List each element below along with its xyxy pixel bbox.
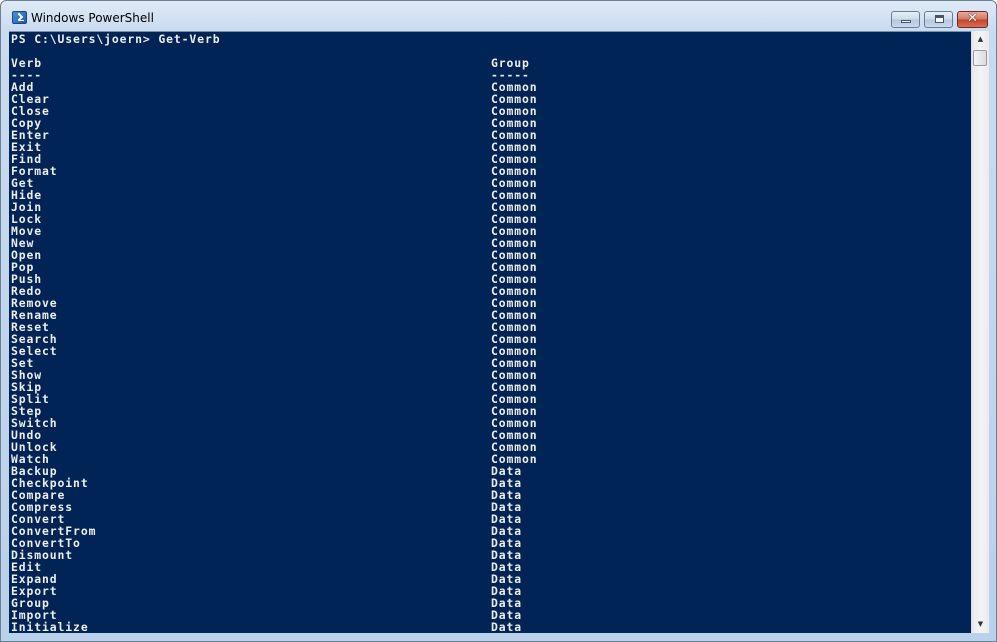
powershell-icon[interactable] [12,11,27,24]
maximize-button[interactable] [924,11,953,28]
console-output[interactable]: PS C:\Users\joern> Get-Verb Verb Group ---… [9,31,971,633]
verb-cell: Dismount [11,548,74,562]
scroll-up-button[interactable]: ▲ [972,31,989,48]
scroll-thumb[interactable] [973,50,987,66]
verb-cell: Undo [11,428,43,442]
header-verb: Verb [11,56,43,70]
verb-cell: Rename [11,308,58,322]
verb-rows: Add Common Clear Common Close Common Copy Commo… [11,81,971,633]
verb-cell: Switch [11,416,58,430]
verb-cell: Watch [11,452,50,466]
verb-cell: Lock [11,212,43,226]
verb-cell: Pop [11,260,35,274]
verb-cell: Remove [11,296,58,310]
verb-cell: Copy [11,116,43,130]
verb-cell: Split [11,392,50,406]
command: Get-Verb [158,32,221,46]
verb-cell: Select [11,344,58,358]
verb-cell: Join [11,200,43,214]
verb-cell: Group [11,596,50,610]
verb-cell: Unlock [11,440,58,454]
verb-cell: ConvertFrom [11,524,97,538]
verb-cell: Exit [11,140,43,154]
close-icon: ✕ [967,11,978,26]
verb-cell: Compare [11,488,66,502]
verb-cell: Push [11,272,43,286]
prompt: PS C:\Users\joern> [11,32,159,46]
verb-cell: Search [11,332,58,346]
verb-cell: Step [11,404,43,418]
verb-cell: Skip [11,380,43,394]
scroll-down-button[interactable]: ▼ [972,616,989,633]
verb-cell: Find [11,152,43,166]
verb-cell: Move [11,224,43,238]
vertical-scrollbar[interactable]: ▲ ▼ [971,31,989,633]
close-button[interactable]: ✕ [957,11,988,28]
arrow-down-icon: ▼ [977,620,984,628]
group-cell: Data [491,620,523,633]
console-text: PS C:\Users\joern> Get-Verb Verb Group ---… [9,33,971,633]
verb-cell: Edit [11,560,43,574]
verb-cell: Open [11,248,43,262]
maximize-icon [935,15,944,23]
table-row: Initialize Data [11,621,971,633]
verb-cell: Compress [11,500,74,514]
verb-cell: Close [11,104,50,118]
verb-cell: Initialize [11,620,89,633]
title-bar[interactable]: Windows PowerShell ✕ [1,1,996,31]
minimize-icon [901,20,911,23]
verb-cell: ConvertTo [11,536,81,550]
minimize-button[interactable] [891,11,920,28]
verb-cell: Checkpoint [11,476,89,490]
verb-cell: Add [11,80,35,94]
verb-cell: Expand [11,572,58,586]
verb-cell: Export [11,584,58,598]
verb-cell: Redo [11,284,43,298]
verb-cell: Set [11,356,35,370]
underline-verb: ---- [11,68,43,82]
verb-cell: Format [11,164,58,178]
verb-cell: Get [11,176,35,190]
verb-cell: Hide [11,188,43,202]
powershell-window: Windows PowerShell ✕ PS C:\Users\joern> … [0,0,997,642]
arrow-up-icon: ▲ [977,35,984,43]
verb-cell: New [11,236,35,250]
verb-cell: Enter [11,128,50,142]
verb-cell: Show [11,368,43,382]
verb-cell: Reset [11,320,50,334]
window-title: Windows PowerShell [31,11,154,25]
verb-cell: Clear [11,92,50,106]
prompt-line: PS C:\Users\joern> Get-Verb [11,33,971,45]
